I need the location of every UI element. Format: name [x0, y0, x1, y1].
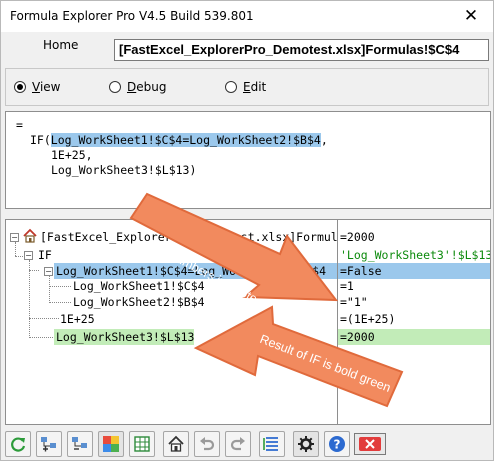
view-radio[interactable]: View	[14, 80, 60, 94]
formula-true-arg: 1E+25,	[51, 148, 93, 162]
expand-toggle[interactable]: −	[10, 233, 19, 242]
tree-connector	[29, 260, 30, 338]
tree-node-ref2[interactable]: Log_WorkSheet2!$B$4	[73, 294, 205, 310]
value-ref1: =1	[340, 279, 354, 293]
undo-icon	[200, 437, 215, 451]
color-map-button[interactable]	[98, 431, 124, 457]
values-panel[interactable]: =2000 'Log_WorkSheet3'!$L$13 =False =1 =…	[338, 219, 491, 425]
formula-comma: ,	[320, 133, 328, 147]
tree-root[interactable]: [FastExcel_ExplorerPro_Demotest.xlsx]For…	[40, 229, 337, 245]
window-title: Formula Explorer Pro V4.5 Build 539.801	[10, 9, 254, 23]
expand-toggle[interactable]: −	[44, 267, 53, 276]
tree-expand-icon	[41, 437, 56, 452]
formula-equals: =	[16, 118, 23, 132]
formula-condition: Log_WorkSheet1!$C$4=Log_WorkSheet2!$B$4	[50, 133, 321, 147]
formula-explorer-window: Formula Explorer Pro V4.5 Build 539.801 …	[0, 0, 494, 461]
formula-display[interactable]: = IF(Log_WorkSheet1!$C$4=Log_WorkSheet2!…	[5, 111, 491, 209]
tree-connector	[29, 270, 39, 271]
expand-tree-button[interactable]	[36, 431, 62, 457]
tree-connector	[49, 286, 71, 287]
color-map-icon	[103, 436, 119, 452]
radio-indicator	[109, 81, 121, 93]
home-icon	[23, 228, 37, 243]
tree-collapse-icon	[72, 437, 87, 450]
help-icon: ?	[329, 436, 345, 452]
home-row: Home [FastExcel_ExplorerPro_Demotest.xls…	[1, 32, 493, 67]
home-icon	[168, 435, 184, 452]
formula-line: IF(Log_WorkSheet1!$C$4=Log_WorkSheet2!$B…	[30, 133, 328, 148]
title-bar: Formula Explorer Pro V4.5 Build 539.801 …	[1, 1, 493, 32]
undo-button[interactable]	[194, 431, 220, 457]
value-number: =(1E+25)	[340, 312, 396, 326]
tree-connector	[29, 318, 59, 319]
location-field[interactable]: [FastExcel_ExplorerPro_Demotest.xlsx]For…	[114, 39, 489, 61]
tree-connector	[15, 242, 16, 256]
radio-indicator	[225, 81, 237, 93]
formula-if: IF(	[30, 133, 51, 147]
tree-connector	[49, 275, 50, 303]
tree-node-result[interactable]: Log_WorkSheet3!$L$13	[56, 329, 194, 345]
debug-radio[interactable]: Debug	[109, 80, 166, 94]
redo-button[interactable]	[225, 431, 251, 457]
debug-label: Debug	[127, 80, 167, 94]
close-icon	[359, 437, 381, 451]
tree-node-number[interactable]: 1E+25	[60, 311, 95, 327]
home-button[interactable]: Home	[43, 38, 78, 52]
expand-toggle[interactable]: −	[24, 251, 33, 260]
home-toolbar-button[interactable]	[163, 431, 189, 457]
radio-indicator	[14, 81, 26, 93]
value-if: 'Log_WorkSheet3'!$L$13	[340, 248, 491, 262]
edit-radio[interactable]: Edit	[225, 80, 266, 94]
help-button[interactable]: ?	[324, 431, 350, 457]
tree-connector	[49, 302, 71, 303]
edit-label: Edit	[243, 80, 267, 94]
refresh-icon	[11, 437, 26, 452]
value-result: =2000	[340, 330, 375, 344]
value-condition: =False	[340, 264, 382, 278]
toolbar: ?	[1, 429, 493, 460]
grid-button[interactable]	[129, 431, 155, 457]
value-root: =2000	[340, 230, 375, 244]
settings-icon	[298, 436, 314, 452]
mode-group: View Debug Edit	[5, 68, 489, 106]
collapse-tree-button[interactable]	[67, 431, 93, 457]
value-ref2: ="1"	[340, 295, 368, 309]
formula-false-arg: Log_WorkSheet3!$L$13)	[51, 163, 197, 177]
list-button[interactable]	[259, 431, 285, 457]
close-button[interactable]	[354, 433, 386, 455]
window-close-button[interactable]: ✕	[449, 1, 493, 32]
redo-icon	[230, 437, 245, 451]
settings-button[interactable]	[293, 431, 319, 457]
grid-icon	[134, 436, 150, 452]
svg-text:?: ?	[334, 438, 341, 452]
tree-node-ref1[interactable]: Log_WorkSheet1!$C$4	[73, 278, 205, 294]
tree-node-if[interactable]: IF	[38, 247, 52, 263]
refresh-button[interactable]	[5, 431, 31, 457]
list-icon	[263, 437, 278, 451]
view-label: View	[32, 80, 61, 94]
